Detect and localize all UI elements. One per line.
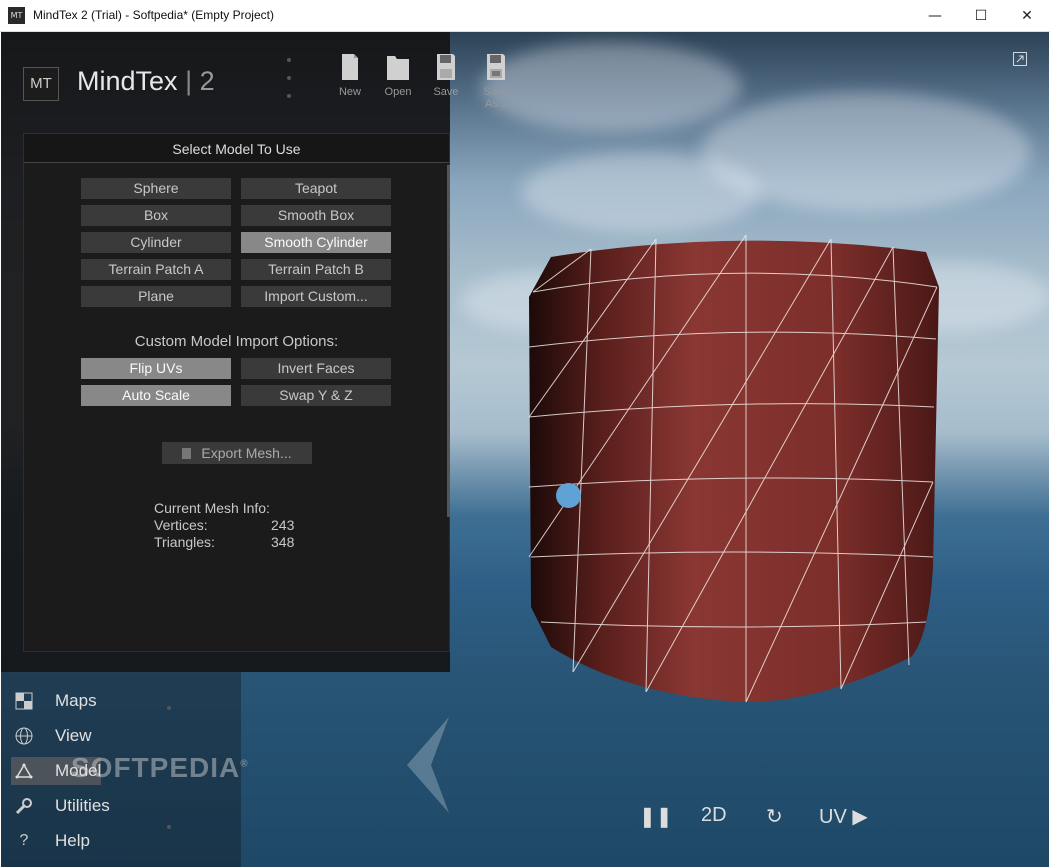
minimize-button[interactable]: — <box>912 0 958 31</box>
save-as-icon <box>487 54 505 80</box>
nav-item-maps[interactable]: Maps <box>11 687 211 715</box>
toolbar-dot <box>287 58 291 62</box>
export-icon <box>182 448 192 459</box>
model-cylinder-button[interactable]: Cylinder <box>81 232 231 253</box>
3d-viewport[interactable]: MT MindTex | 2 New Open Save Save As... … <box>1 32 1049 867</box>
nav-label-help: Help <box>55 831 90 850</box>
invert-faces-toggle[interactable]: Invert Faces <box>241 358 391 379</box>
nav-item-view[interactable]: View <box>11 722 211 750</box>
window-title: MindTex 2 (Trial) - Softpedia* (Empty Pr… <box>33 8 274 22</box>
close-button[interactable]: ✕ <box>1004 0 1050 31</box>
save-as-button[interactable]: Save As... <box>472 52 520 110</box>
model-panel: Select Model To Use Sphere Teapot Box Sm… <box>23 133 450 652</box>
2d-mode-button[interactable]: 2D <box>701 804 727 827</box>
maximize-button[interactable]: ☐ <box>958 0 1004 31</box>
model-icon <box>15 763 33 779</box>
cylinder-mesh[interactable] <box>521 227 951 707</box>
save-button[interactable]: Save <box>422 52 470 98</box>
logo-mark: MT <box>23 67 59 101</box>
wrench-icon <box>15 798 32 815</box>
logo-separator: | <box>185 66 193 96</box>
uv-button[interactable]: UV ▶ <box>819 804 868 829</box>
globe-icon <box>15 727 33 745</box>
open-label: Open <box>384 86 412 98</box>
export-mesh-label: Export Mesh... <box>201 445 292 461</box>
vertices-label: Vertices: <box>154 517 208 533</box>
import-custom-button[interactable]: Import Custom... <box>241 286 391 307</box>
save-icon <box>437 54 455 80</box>
nav-label-view: View <box>55 726 92 745</box>
nav-item-help[interactable]: ? Help <box>11 827 211 855</box>
expand-icon[interactable] <box>1013 52 1027 71</box>
transform-handle[interactable] <box>556 483 581 508</box>
open-folder-icon <box>387 56 409 80</box>
save-as-label: Save As... <box>483 86 509 110</box>
swap-yz-toggle[interactable]: Swap Y & Z <box>241 385 391 406</box>
collapse-panel-arrow-icon[interactable] <box>401 715 453 815</box>
model-terrain-b-button[interactable]: Terrain Patch B <box>241 259 391 280</box>
triangles-value: 348 <box>271 534 295 550</box>
new-file-icon <box>342 54 358 80</box>
save-label: Save <box>433 86 459 98</box>
vertices-value: 243 <box>271 517 295 533</box>
mesh-info-title: Current Mesh Info: <box>154 500 270 516</box>
model-smooth-cylinder-button[interactable]: Smooth Cylinder <box>241 232 391 253</box>
mesh-info: Current Mesh Info: Vertices: 243 Triangle… <box>154 500 294 551</box>
auto-scale-toggle[interactable]: Auto Scale <box>81 385 231 406</box>
toolbar-dot <box>287 94 291 98</box>
app-icon: MT <box>8 7 25 24</box>
model-plane-button[interactable]: Plane <box>81 286 231 307</box>
model-terrain-a-button[interactable]: Terrain Patch A <box>81 259 231 280</box>
flip-uvs-toggle[interactable]: Flip UVs <box>81 358 231 379</box>
maps-icon <box>15 692 33 710</box>
model-sphere-button[interactable]: Sphere <box>81 178 231 199</box>
new-button[interactable]: New <box>326 52 374 98</box>
reset-view-button[interactable]: ↻ <box>766 804 783 829</box>
logo-name: MindTex <box>77 66 178 96</box>
watermark-text: SOFTPEDIA <box>71 752 241 783</box>
export-mesh-button[interactable]: Export Mesh... <box>162 442 312 464</box>
watermark-registered: ® <box>240 758 249 770</box>
model-panel-title: Select Model To Use <box>24 134 449 163</box>
watermark: SOFTPEDIA® <box>71 752 249 784</box>
nav-label-utilities: Utilities <box>55 796 110 815</box>
nav-item-utilities[interactable]: Utilities <box>11 792 211 820</box>
toolbar-dot <box>287 76 291 80</box>
logo-version: 2 <box>199 66 215 96</box>
new-label: New <box>338 86 361 98</box>
triangles-label: Triangles: <box>154 534 215 550</box>
logo-text: MindTex | 2 <box>77 66 215 97</box>
model-teapot-button[interactable]: Teapot <box>241 178 391 199</box>
window-titlebar: MT MindTex 2 (Trial) - Softpedia* (Empty… <box>0 0 1050 32</box>
help-icon: ? <box>19 832 29 849</box>
import-options-label: Custom Model Import Options: <box>134 333 339 350</box>
open-button[interactable]: Open <box>374 52 422 98</box>
pause-button[interactable]: ❚❚ <box>639 804 673 829</box>
nav-label-maps: Maps <box>55 691 97 710</box>
model-box-button[interactable]: Box <box>81 205 231 226</box>
panel-scrollbar[interactable] <box>447 165 450 517</box>
model-smooth-box-button[interactable]: Smooth Box <box>241 205 391 226</box>
